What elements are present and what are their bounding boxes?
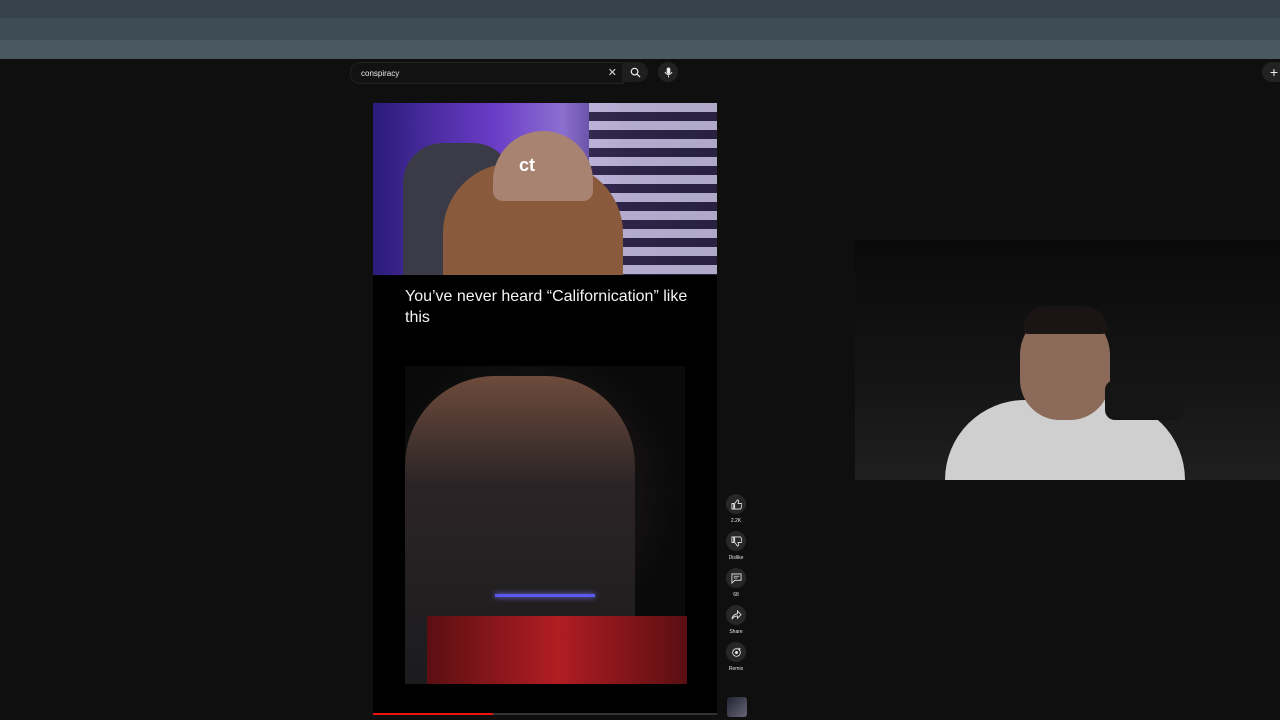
comment-action: 68 bbox=[726, 568, 746, 600]
streamer-webcam-overlay bbox=[855, 240, 1280, 480]
like-action: 2.2K bbox=[726, 494, 746, 526]
comment-icon bbox=[731, 573, 741, 584]
reactor-cap bbox=[493, 131, 593, 201]
search-button[interactable] bbox=[622, 62, 648, 82]
neon-light bbox=[495, 594, 595, 597]
search-bar[interactable]: ✕ bbox=[350, 62, 624, 84]
shorts-actions: 2.2K Dislike 68 Share Remix bbox=[723, 494, 749, 679]
shorts-player[interactable]: ct You’ve never heard “Californication” … bbox=[373, 103, 717, 715]
share-action: Share bbox=[726, 605, 746, 637]
remix-button[interactable] bbox=[726, 642, 746, 662]
reactor-video-frame: ct bbox=[373, 103, 717, 275]
close-icon[interactable]: ✕ bbox=[608, 66, 617, 79]
plus-icon: + bbox=[1269, 64, 1279, 80]
search-input[interactable] bbox=[359, 67, 603, 79]
share-label: Share bbox=[729, 629, 743, 635]
share-icon bbox=[731, 609, 742, 619]
share-button[interactable] bbox=[726, 605, 746, 625]
performance-video-frame bbox=[405, 366, 687, 684]
dislike-label: Dislike bbox=[728, 555, 744, 561]
streamer-hair bbox=[1023, 306, 1107, 334]
search-icon bbox=[630, 67, 641, 78]
remix-icon bbox=[731, 647, 741, 657]
microphone bbox=[1105, 380, 1185, 420]
browser-tabstrip bbox=[0, 0, 1280, 18]
browser-toolbar: ▭ ☆ bbox=[0, 18, 1280, 51]
cap-logo: ct bbox=[519, 155, 536, 175]
like-button[interactable] bbox=[726, 494, 746, 514]
dislike-button[interactable] bbox=[726, 531, 746, 551]
remix-action: Remix bbox=[726, 642, 746, 674]
dislike-action: Dislike bbox=[726, 531, 746, 563]
comment-button[interactable] bbox=[726, 568, 746, 588]
mic-icon bbox=[664, 67, 672, 77]
comment-count: 68 bbox=[733, 592, 739, 598]
audio-source-thumbnail[interactable] bbox=[727, 697, 747, 717]
remix-label: Remix bbox=[728, 666, 744, 672]
like-count: 2.2K bbox=[730, 518, 742, 524]
create-button[interactable]: + bbox=[1262, 62, 1280, 82]
voice-search-button[interactable] bbox=[658, 62, 678, 82]
video-caption: You’ve never heard “Californication” lik… bbox=[405, 288, 688, 326]
thumbs-up-icon bbox=[731, 499, 742, 509]
thumbs-down-icon bbox=[731, 536, 742, 546]
progress-fill bbox=[373, 713, 494, 715]
red-chair bbox=[427, 616, 687, 684]
browser-bookmarks-bar bbox=[0, 40, 1280, 59]
